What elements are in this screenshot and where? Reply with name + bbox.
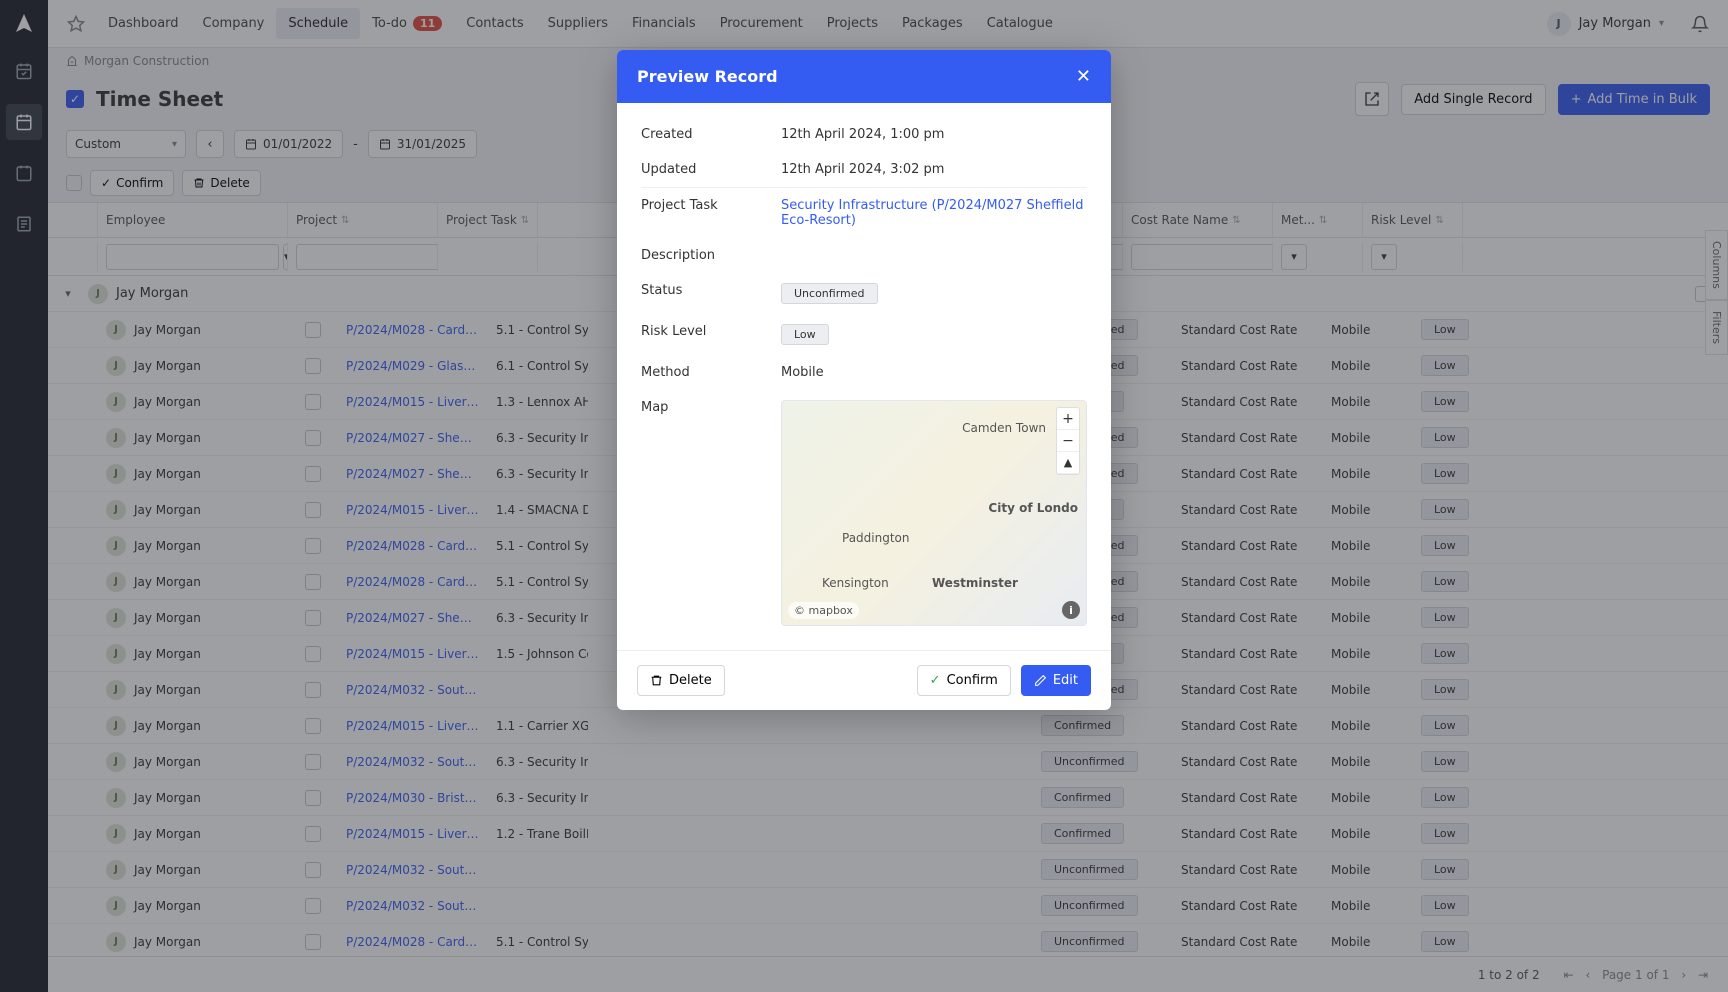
modal-header: Preview Record ✕ [617, 50, 1111, 103]
status-label: Status [641, 283, 781, 304]
method-value: Mobile [781, 365, 1087, 380]
map-preview[interactable]: Camden Town City of Londo Paddington Ken… [781, 400, 1087, 626]
risk-badge: Low [781, 324, 829, 345]
zoom-out-icon[interactable]: − [1057, 430, 1079, 452]
map-label: Map [641, 400, 781, 626]
created-label: Created [641, 127, 781, 142]
modal-title: Preview Record [637, 67, 778, 86]
mapbox-logo: © mapbox [788, 602, 859, 619]
status-badge: Unconfirmed [781, 283, 878, 304]
edit-icon [1034, 674, 1047, 687]
modal-body: Created 12th April 2024, 1:00 pm Updated… [617, 103, 1111, 650]
method-label: Method [641, 365, 781, 380]
created-value: 12th April 2024, 1:00 pm [781, 127, 1087, 142]
trash-icon [650, 674, 663, 687]
updated-label: Updated [641, 162, 781, 177]
modal-footer: Delete ✓ Confirm Edit [617, 650, 1111, 710]
preview-record-modal: Preview Record ✕ Created 12th April 2024… [617, 50, 1111, 710]
close-icon[interactable]: ✕ [1076, 66, 1091, 87]
map-controls: + − ▲ [1056, 407, 1080, 475]
updated-value: 12th April 2024, 3:02 pm [781, 162, 1087, 177]
modal-confirm-button[interactable]: ✓ Confirm [917, 665, 1011, 696]
modal-edit-button[interactable]: Edit [1021, 665, 1091, 696]
compass-icon[interactable]: ▲ [1057, 452, 1079, 474]
modal-overlay[interactable]: Preview Record ✕ Created 12th April 2024… [0, 0, 1728, 992]
task-value[interactable]: Security Infrastructure (P/2024/M027 She… [781, 198, 1087, 228]
zoom-in-icon[interactable]: + [1057, 408, 1079, 430]
task-label: Project Task [641, 198, 781, 228]
check-icon: ✓ [930, 673, 941, 688]
info-icon[interactable]: i [1062, 601, 1080, 619]
description-label: Description [641, 248, 781, 263]
modal-delete-button[interactable]: Delete [637, 665, 725, 696]
risk-label: Risk Level [641, 324, 781, 345]
description-value [781, 248, 1087, 263]
